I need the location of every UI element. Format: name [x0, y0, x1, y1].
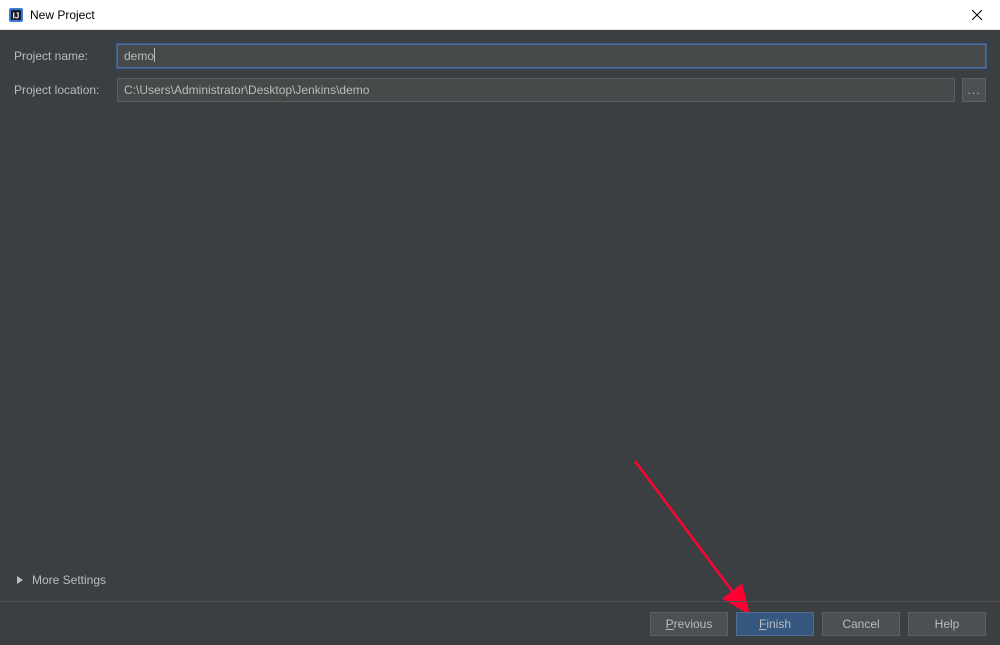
project-name-input[interactable]: demo [117, 44, 986, 68]
cancel-label: Cancel [842, 617, 879, 631]
cancel-button[interactable]: Cancel [822, 612, 900, 636]
project-name-row: Project name: demo [14, 44, 986, 68]
help-label: Help [935, 617, 960, 631]
browse-button[interactable]: ... [962, 78, 986, 102]
text-cursor [154, 48, 155, 62]
project-name-value: demo [124, 49, 154, 63]
project-location-input[interactable]: C:\Users\Administrator\Desktop\Jenkins\d… [117, 78, 955, 102]
titlebar: IJ New Project [0, 0, 1000, 30]
svg-text:IJ: IJ [13, 11, 20, 20]
project-location-value: C:\Users\Administrator\Desktop\Jenkins\d… [124, 83, 369, 97]
previous-label-rest: revious [674, 617, 713, 631]
chevron-right-icon [16, 575, 24, 585]
more-settings-label: More Settings [32, 573, 106, 587]
close-button[interactable] [954, 0, 1000, 30]
window-title: New Project [30, 8, 95, 22]
project-location-label: Project location: [14, 83, 117, 97]
finish-button[interactable]: Finish [736, 612, 814, 636]
project-location-row: Project location: C:\Users\Administrator… [14, 78, 986, 102]
dialog-content: Project name: demo Project location: C:\… [0, 30, 1000, 645]
finish-label-rest: inish [766, 617, 791, 631]
app-icon: IJ [8, 7, 24, 23]
previous-button[interactable]: Previous [650, 612, 728, 636]
more-settings-toggle[interactable]: More Settings [16, 573, 106, 587]
button-bar: Previous Finish Cancel Help [0, 601, 1000, 645]
help-button[interactable]: Help [908, 612, 986, 636]
project-name-label: Project name: [14, 49, 117, 63]
